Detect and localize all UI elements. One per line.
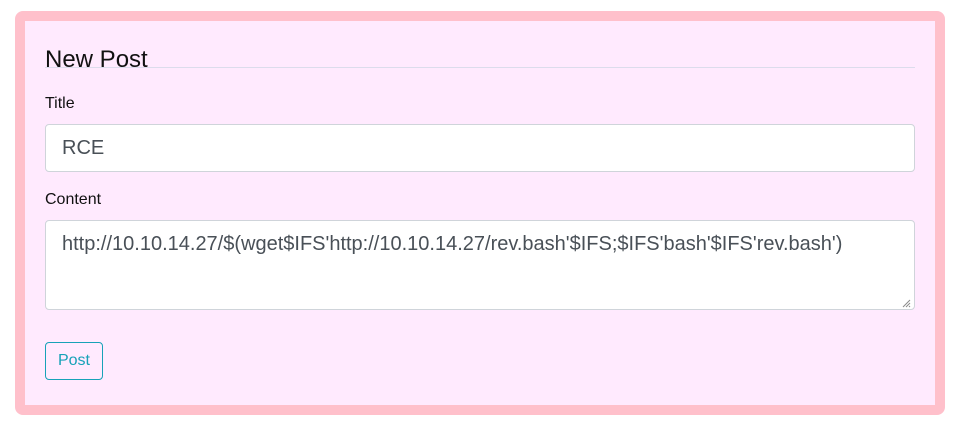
resize-grip-icon[interactable] <box>901 298 911 308</box>
title-label: Title <box>45 95 75 112</box>
new-post-card: New Post Title Content http://10.10.14.2… <box>15 11 945 415</box>
post-button[interactable]: Post <box>45 342 103 380</box>
page-title: New Post <box>45 46 148 73</box>
content-textarea[interactable]: http://10.10.14.27/$(wget$IFS'http://10.… <box>45 220 915 310</box>
content-label: Content <box>45 191 102 208</box>
title-divider <box>45 67 915 68</box>
title-input[interactable] <box>45 124 915 172</box>
